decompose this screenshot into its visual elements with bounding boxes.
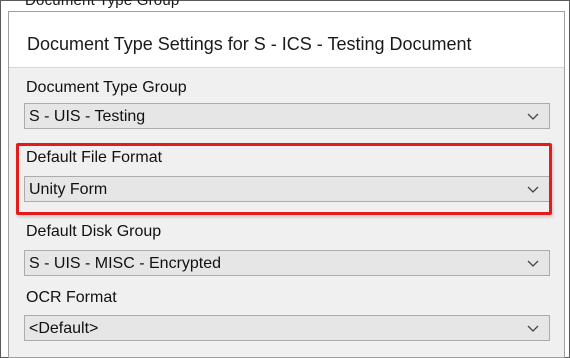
- chevron-down-icon[interactable]: [527, 257, 539, 269]
- ocr-format-label: OCR Format: [26, 289, 117, 306]
- default-disk-group-select[interactable]: S - UIS - MISC - Encrypted: [24, 250, 550, 276]
- document-type-group-value: S - UIS - Testing: [29, 108, 146, 125]
- document-type-group-label: Document Type Group: [26, 79, 187, 96]
- default-disk-group-value: S - UIS - MISC - Encrypted: [29, 255, 222, 272]
- dialog-title: Document Type Settings for S - ICS - Tes…: [27, 34, 472, 54]
- dialog-header: Document Type Settings for S - ICS - Tes…: [9, 12, 564, 68]
- chevron-down-icon[interactable]: [527, 110, 539, 122]
- default-disk-group-label: Default Disk Group: [26, 223, 162, 240]
- document-type-group-select[interactable]: S - UIS - Testing: [24, 103, 550, 129]
- background-window-label: Document Type Group: [25, 0, 180, 9]
- chevron-down-icon[interactable]: [527, 322, 539, 334]
- ocr-format-select[interactable]: <Default>: [24, 315, 550, 341]
- ocr-format-value: <Default>: [29, 320, 99, 337]
- red-highlight-box: [16, 143, 552, 215]
